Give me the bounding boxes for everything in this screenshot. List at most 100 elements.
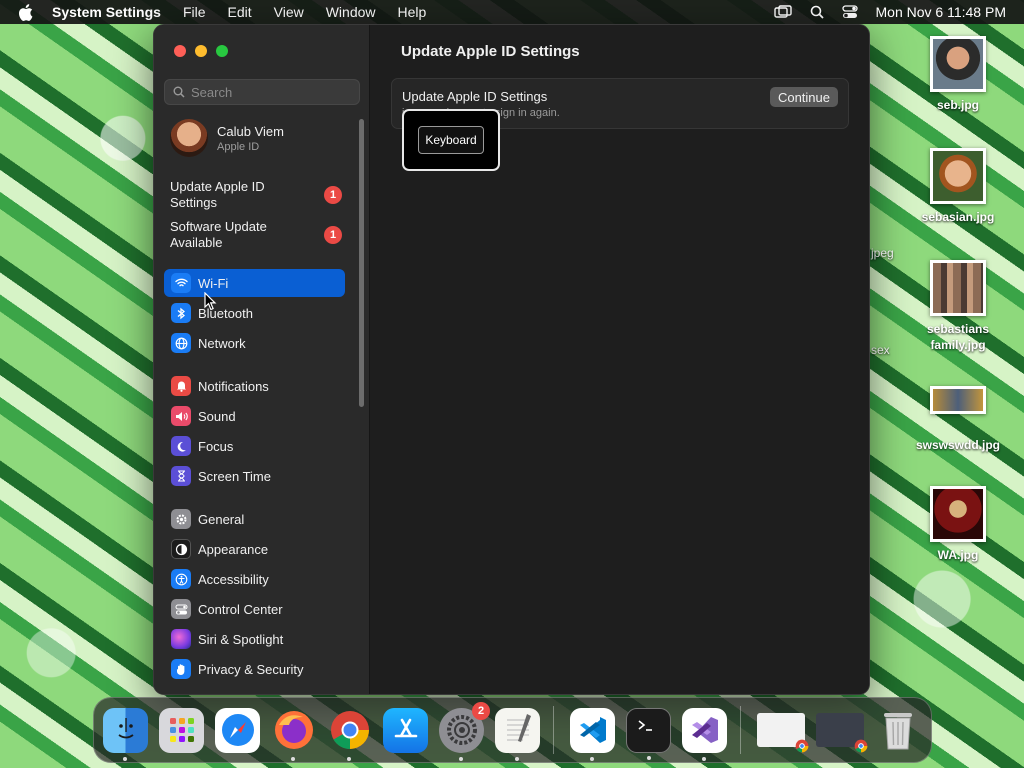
siri-icon (171, 629, 191, 649)
dock-chrome[interactable] (327, 708, 372, 761)
accessibility-icon (171, 569, 191, 589)
wifi-icon (171, 273, 191, 293)
menu-file[interactable]: File (183, 4, 206, 20)
menu-view[interactable]: View (274, 4, 304, 20)
sidebar-item-software-update[interactable]: Software Update Available 1 (170, 219, 342, 251)
menu-edit[interactable]: Edit (228, 4, 252, 20)
moon-icon (171, 436, 191, 456)
dock-minimized-window[interactable] (816, 713, 868, 753)
file-thumbnail (930, 36, 986, 92)
textedit-icon (506, 714, 531, 742)
control-center-icon[interactable] (841, 5, 858, 19)
dock-safari[interactable] (215, 707, 260, 753)
page-title: Update Apple ID Settings (401, 43, 580, 60)
file-thumbnail (930, 148, 986, 204)
visualstudio-icon (691, 717, 718, 743)
search-field[interactable] (164, 79, 360, 105)
desktop-file[interactable]: swswswdd.jpg (908, 386, 1008, 453)
sidebar-item-appearance[interactable]: Appearance (164, 535, 345, 563)
mouse-cursor-icon (204, 291, 217, 316)
vscode-icon (579, 717, 606, 743)
sidebar-scrollbar[interactable] (359, 119, 364, 407)
firefox-icon (274, 711, 313, 749)
dock-launchpad[interactable] (159, 707, 204, 753)
search-icon (173, 86, 185, 98)
sidebar-item-sound[interactable]: Sound (164, 402, 345, 430)
sidebar-item-general[interactable]: General (164, 505, 345, 533)
sidebar-item-label: Appearance (198, 541, 269, 557)
card-title: Update Apple ID Settings (402, 89, 548, 104)
sidebar-item-update-apple-id[interactable]: Update Apple ID Settings 1 (170, 179, 342, 211)
minimize-window-button[interactable] (195, 45, 207, 57)
desktop-file-label-partial[interactable]: jpeg (871, 246, 894, 260)
chrome-icon (330, 711, 369, 750)
apple-menu-icon[interactable] (18, 3, 36, 21)
file-name: WA.jpg (937, 548, 979, 562)
gear-icon (171, 509, 191, 529)
desktop-file[interactable]: sebasian.jpg (908, 148, 1008, 225)
keyboard-popup: Keyboard (402, 109, 500, 171)
dock-notification-badge: 2 (472, 701, 490, 720)
sidebar-item-network[interactable]: Network (164, 329, 345, 357)
menu-help[interactable]: Help (398, 4, 427, 20)
menu-clock[interactable]: Mon Nov 6 11:48 PM (876, 4, 1006, 20)
apple-id-profile[interactable]: Calub Viem Apple ID (170, 119, 284, 157)
keyboard-button[interactable]: Keyboard (418, 126, 484, 154)
running-indicator (515, 756, 519, 761)
running-indicator (347, 756, 351, 761)
dock-firefox[interactable] (271, 708, 316, 761)
notification-badge: 1 (324, 186, 342, 204)
sidebar-item-accessibility[interactable]: Accessibility (164, 565, 345, 593)
dock-app-store[interactable] (383, 707, 428, 753)
menu-window[interactable]: Window (326, 4, 376, 20)
running-indicator (702, 756, 706, 761)
window-controls (174, 45, 228, 57)
dock-terminal[interactable] (626, 707, 671, 760)
zoom-window-button[interactable] (216, 45, 228, 57)
safari-icon (221, 714, 254, 746)
sidebar-item-control-center[interactable]: Control Center (164, 595, 345, 623)
running-indicator (459, 756, 463, 761)
menu-app-name[interactable]: System Settings (52, 4, 161, 20)
spotlight-search-icon[interactable] (810, 5, 824, 19)
file-name: sebasian.jpg (921, 210, 995, 224)
profile-name: Calub Viem (217, 123, 284, 139)
running-indicator (647, 755, 651, 760)
notification-badge: 1 (324, 226, 342, 244)
sidebar-item-siri-spotlight[interactable]: Siri & Spotlight (164, 625, 345, 653)
chrome-icon (854, 739, 868, 753)
desktop-file[interactable]: WA.jpg (908, 486, 1008, 563)
dock-trash[interactable] (875, 708, 920, 753)
sidebar-item-bluetooth[interactable]: Bluetooth (164, 299, 345, 327)
sidebar-item-label: Network (198, 335, 246, 351)
dock-textedit[interactable] (495, 707, 540, 761)
dock-visual-studio[interactable] (682, 707, 727, 761)
sidebar-item-label: Control Center (198, 601, 283, 617)
sidebar-item-notifications[interactable]: Notifications (164, 372, 345, 400)
sidebar-item-screen-time[interactable]: Screen Time (164, 462, 345, 490)
sidebar-item-wifi[interactable]: Wi-Fi (164, 269, 345, 297)
dock-vscode[interactable] (570, 707, 615, 761)
dock-separator (740, 706, 741, 754)
continue-button[interactable]: Continue (769, 87, 838, 107)
desktop-file-label-partial[interactable]: sex (871, 343, 890, 357)
hand-icon (171, 659, 191, 679)
chrome-icon (795, 739, 809, 753)
sidebar-item-label: Siri & Spotlight (198, 631, 284, 647)
file-name: seb.jpg (936, 98, 979, 112)
dock-system-settings[interactable]: 2 (439, 701, 490, 761)
search-input[interactable] (191, 84, 351, 100)
dock-finder[interactable] (103, 707, 148, 761)
desktop-file[interactable]: seb.jpg (908, 36, 1008, 113)
screen-mirroring-icon[interactable] (773, 5, 792, 19)
dock-minimized-window[interactable] (757, 713, 809, 753)
desktop-file[interactable]: sebastians family.jpg (908, 260, 1008, 353)
sidebar-item-focus[interactable]: Focus (164, 432, 345, 460)
menu-bar: System Settings File Edit View Window He… (0, 0, 1024, 24)
sidebar-item-label: Privacy & Security (198, 661, 304, 677)
bluetooth-icon (171, 303, 191, 323)
sidebar-item-label: Accessibility (198, 571, 269, 587)
sidebar-item-label: Notifications (198, 378, 269, 394)
close-window-button[interactable] (174, 45, 186, 57)
sidebar-item-privacy-security[interactable]: Privacy & Security (164, 655, 345, 683)
